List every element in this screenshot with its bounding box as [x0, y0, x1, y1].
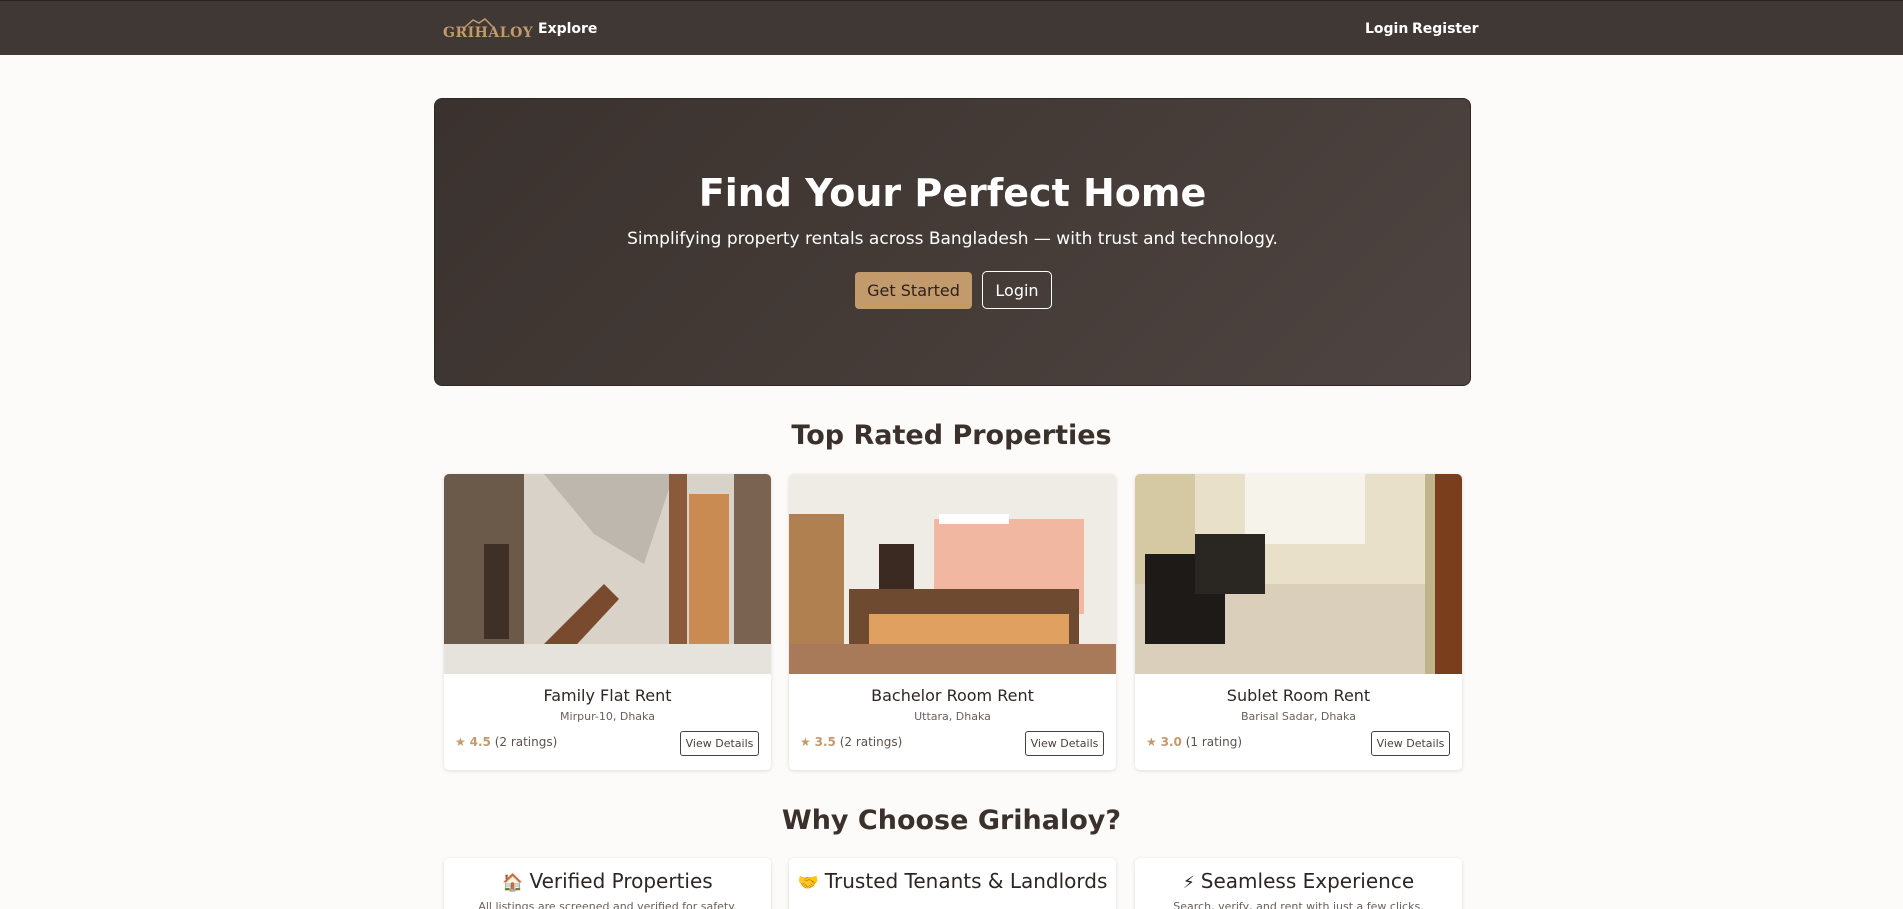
feature-card: ⚡ Seamless Experience Search, verify, and… — [1135, 858, 1462, 909]
property-photo-staircase[interactable] — [444, 474, 771, 674]
feature-card: 🤝 Trusted Tenants & Landlords — [789, 858, 1116, 909]
property-location: Mirpur-10, Dhaka — [560, 710, 655, 723]
feature-title: 🏠 Verified Properties — [502, 869, 713, 893]
hero-banner: Find Your Perfect Home Simplifying prope… — [434, 98, 1471, 386]
property-card: Sublet Room Rent Barisal Sadar, Dhaka ★ … — [1135, 474, 1462, 770]
rating-count: (1 rating) — [1185, 735, 1243, 749]
star-icon: ★ — [455, 735, 466, 749]
hero-title: Find Your Perfect Home — [698, 171, 1207, 215]
feature-description: Search, verify, and rent with just a few… — [1173, 900, 1424, 909]
house-icon: 🏠 — [502, 873, 524, 893]
brand-name: GRIHALOY — [443, 25, 534, 41]
rating-value: 3.0 — [1160, 735, 1182, 749]
top-navbar: GRIHALOY Explore Login Register — [0, 0, 1903, 55]
star-icon: ★ — [800, 735, 811, 749]
property-photo-bedroom[interactable] — [789, 474, 1116, 674]
property-title: Family Flat Rent — [543, 686, 672, 705]
view-details-button[interactable]: View Details — [1025, 731, 1104, 756]
property-rating: ★ 4.5 (2 ratings) — [455, 735, 557, 749]
view-details-button[interactable]: View Details — [1371, 731, 1450, 756]
property-location: Uttara, Dhaka — [914, 710, 991, 723]
lightning-icon: ⚡ — [1182, 873, 1195, 893]
nav-explore-link[interactable]: Explore — [538, 21, 597, 37]
feature-description: All listings are screened and verified f… — [478, 900, 737, 909]
view-details-button[interactable]: View Details — [680, 731, 759, 756]
feature-title: ⚡ Seamless Experience — [1182, 869, 1415, 893]
feature-title: 🤝 Trusted Tenants & Landlords — [797, 869, 1108, 893]
nav-register-link[interactable]: Register — [1412, 21, 1479, 37]
property-card: Family Flat Rent Mirpur-10, Dhaka ★ 4.5 … — [444, 474, 771, 770]
handshake-icon: 🤝 — [797, 873, 819, 893]
property-card: Bachelor Room Rent Uttara, Dhaka ★ 3.5 (… — [789, 474, 1116, 770]
property-title: Sublet Room Rent — [1226, 686, 1371, 705]
get-started-button[interactable]: Get Started — [855, 272, 972, 309]
why-choose-heading: Why Choose Grihaloy? — [781, 805, 1122, 836]
rating-count: (2 ratings) — [839, 735, 903, 749]
grihaloy-logo[interactable]: GRIHALOY — [443, 17, 533, 41]
property-title: Bachelor Room Rent — [871, 686, 1034, 705]
nav-login-link[interactable]: Login — [1365, 21, 1408, 37]
rating-value: 3.5 — [814, 735, 836, 749]
rating-value: 4.5 — [469, 735, 491, 749]
hero-login-button[interactable]: Login — [982, 271, 1052, 309]
star-icon: ★ — [1146, 735, 1157, 749]
property-rating: ★ 3.0 (1 rating) — [1146, 735, 1242, 749]
property-photo-dining[interactable] — [1135, 474, 1462, 674]
feature-card: 🏠 Verified Properties All listings are sc… — [444, 858, 771, 909]
property-location: Barisal Sadar, Dhaka — [1241, 710, 1356, 723]
hero-subtitle: Simplifying property rentals across Bang… — [627, 229, 1278, 249]
top-rated-heading: Top Rated Properties — [791, 420, 1112, 451]
rating-count: (2 ratings) — [494, 735, 558, 749]
property-rating: ★ 3.5 (2 ratings) — [800, 735, 902, 749]
